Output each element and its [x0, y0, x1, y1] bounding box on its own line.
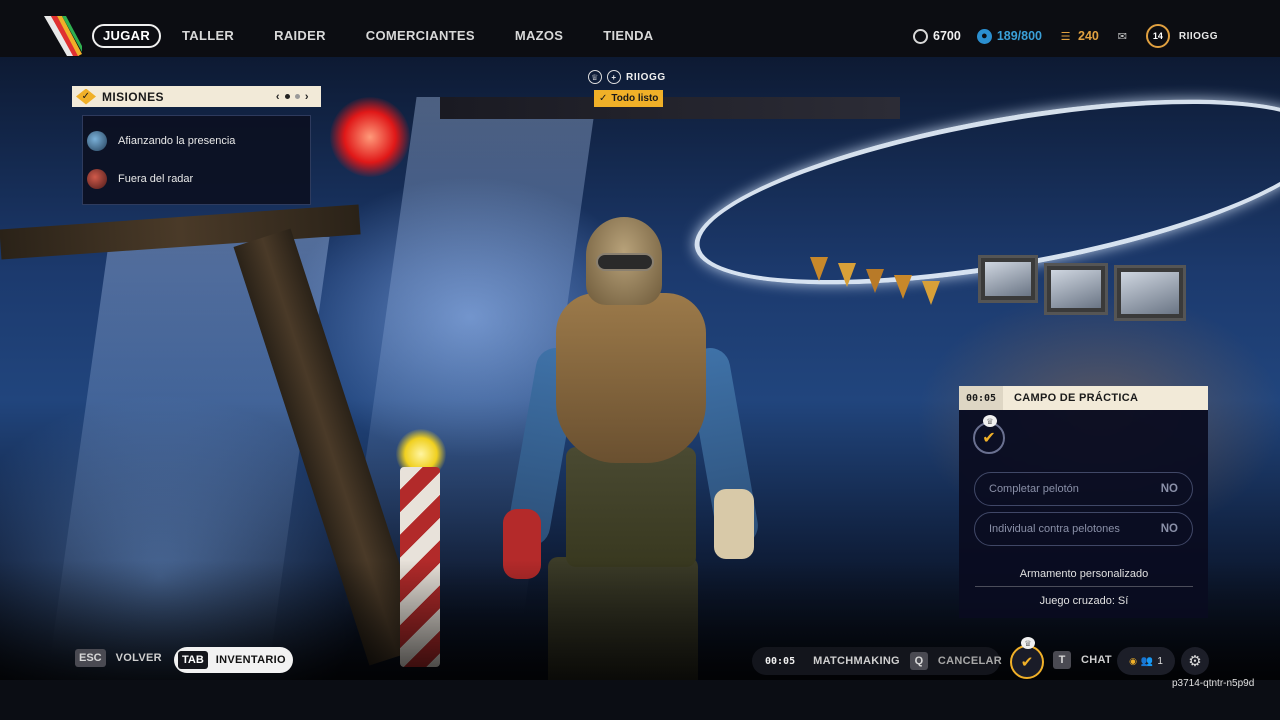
matchmaking-status: 00:05 MATCHMAKING Q CANCELAR — [752, 647, 1002, 675]
back-button[interactable]: ESC VOLVER — [75, 649, 162, 667]
character-goggles — [596, 253, 654, 271]
crossplay-label: Juego cruzado: Sí — [1039, 595, 1129, 607]
player-username: RIIOGG — [1178, 30, 1218, 42]
battlepass-icon: ● — [976, 28, 992, 44]
add-icon[interactable]: + — [607, 70, 621, 84]
battlepass-value: 189/800 — [996, 29, 1043, 43]
t-key: T — [1053, 651, 1071, 669]
pennant — [810, 257, 828, 281]
tv-monitor — [978, 255, 1038, 303]
party-button[interactable]: ◉ 👥 1 — [1117, 647, 1175, 675]
character-scarf — [556, 293, 706, 463]
esc-key: ESC — [75, 649, 106, 667]
player-tag: ♕ + RIIOGG — [588, 70, 666, 84]
chat-label: CHAT — [1081, 654, 1112, 666]
pennant — [838, 263, 856, 287]
session-id: p3714-qtntr-n5p9d — [1172, 678, 1255, 689]
gold-balance[interactable]: ☰ 240 — [1058, 29, 1099, 44]
pennant — [922, 281, 940, 305]
character-glove-right — [714, 489, 754, 559]
chat-button[interactable]: T CHAT — [1053, 651, 1112, 669]
crown-icon: ♕ — [983, 415, 997, 427]
tab-key: TAB — [178, 651, 208, 669]
inventory-button[interactable]: TAB INVENTARIO — [174, 647, 293, 673]
mail-icon: ✉ — [1117, 30, 1127, 43]
nav-tab-comerciantes[interactable]: COMERCIANTES — [356, 24, 485, 48]
red-warning-light — [330, 97, 410, 177]
nav-tab-raider[interactable]: RAIDER — [264, 24, 336, 48]
mission-item[interactable]: Fuera del radar — [83, 160, 310, 198]
gold-bars-icon: ☰ — [1060, 30, 1071, 43]
q-key[interactable]: Q — [909, 652, 928, 670]
top-navigation-bar: JUGAR TALLER RAIDER COMERCIANTES MAZOS T… — [0, 0, 1280, 57]
currency-bar: 6700 ● 189/800 ☰ 240 ✉ 14 RIIOGG — [913, 24, 1218, 48]
squad-badge-icon: ♕ ✔ — [973, 415, 1005, 454]
party-count: 1 — [1157, 655, 1163, 667]
mission-avatar-icon — [87, 131, 107, 151]
tv-monitor — [1114, 265, 1186, 321]
option-label: Individual contra pelotones — [989, 523, 1120, 535]
check-icon: ✓ — [599, 93, 608, 104]
matchmaking-timer: 00:05 — [765, 655, 796, 667]
matchmaking-label: MATCHMAKING — [813, 655, 900, 667]
mission-label: Afianzando la presencia — [118, 135, 236, 147]
nav-tab-mazos[interactable]: MAZOS — [505, 24, 573, 48]
pennant — [894, 275, 912, 299]
mission-label: Fuera del radar — [118, 173, 194, 185]
practice-header: 00:05 CAMPO DE PRÁCTICA — [959, 386, 1208, 410]
missions-icon: ✓ — [76, 88, 96, 105]
player-profile[interactable]: 14 RIIOGG — [1145, 24, 1218, 48]
option-label: Completar pelotón — [989, 483, 1079, 495]
cancel-button[interactable]: CANCELAR — [938, 655, 1002, 667]
coins-balance[interactable]: 6700 — [913, 28, 961, 44]
squad-badge-icon[interactable]: ♕ ✔ — [1010, 637, 1044, 679]
fill-squad-option[interactable]: Completar pelotón NO — [974, 472, 1193, 506]
practice-mode-title: CAMPO DE PRÁCTICA — [1014, 392, 1139, 404]
game-logo-icon — [44, 16, 82, 56]
missions-title: MISIONES — [102, 89, 164, 104]
player-level-badge: 14 — [1145, 24, 1170, 48]
inventory-label: INVENTARIO — [215, 654, 286, 666]
page-dot-active — [284, 94, 290, 99]
coins-value: 6700 — [933, 29, 961, 43]
nav-tab-tienda[interactable]: TIENDA — [593, 24, 663, 48]
crown-icon: ♕ — [1021, 637, 1035, 649]
mission-item[interactable]: Afianzando la presencia — [83, 122, 310, 160]
loadout-label: Armamento personalizado — [1019, 568, 1149, 580]
option-value: NO — [1160, 523, 1178, 535]
ready-status-label: Todo listo — [611, 93, 659, 104]
character-body — [566, 447, 696, 567]
online-status-icon: ◉ — [1129, 655, 1137, 666]
option-value: NO — [1160, 483, 1178, 495]
mail-button[interactable]: ✉ — [1115, 29, 1130, 44]
missions-list: Afianzando la presencia Fuera del radar — [82, 115, 311, 205]
missions-pager: ‹ › — [276, 91, 309, 103]
missions-panel: ✓ MISIONES ‹ › Afianzando la presencia F… — [72, 86, 321, 205]
practice-mode-panel: 00:05 CAMPO DE PRÁCTICA ♕ ✔ Completar pe… — [959, 386, 1208, 618]
pennant — [866, 269, 884, 293]
solo-vs-squads-option[interactable]: Individual contra pelotones NO — [974, 512, 1193, 546]
tv-monitor — [1044, 263, 1108, 315]
gear-icon[interactable]: ⚙ — [1181, 647, 1209, 675]
chevron-right-icon[interactable]: › — [305, 91, 309, 103]
gold-value: 240 — [1078, 29, 1099, 43]
party-icon: 👥 — [1140, 655, 1154, 667]
crown-icon: ♕ — [588, 70, 602, 84]
ceiling-beam — [440, 97, 900, 119]
missions-header: ✓ MISIONES ‹ › — [72, 86, 321, 107]
nav-tab-jugar[interactable]: JUGAR — [92, 24, 162, 48]
page-dot — [294, 94, 300, 99]
ready-status-badge: ✓ Todo listo — [594, 90, 664, 107]
divider — [975, 586, 1193, 587]
nav-tab-taller[interactable]: TALLER — [172, 24, 244, 48]
battlepass-progress[interactable]: ● 189/800 — [976, 28, 1043, 44]
back-label: VOLVER — [115, 652, 162, 664]
chevron-left-icon[interactable]: ‹ — [276, 91, 280, 103]
player-tag-name: RIIOGG — [626, 71, 666, 83]
coin-icon — [913, 28, 929, 44]
mission-avatar-icon — [87, 169, 107, 189]
main-nav: JUGAR TALLER RAIDER COMERCIANTES MAZOS T… — [92, 24, 683, 48]
practice-timer: 00:05 — [959, 386, 1003, 410]
